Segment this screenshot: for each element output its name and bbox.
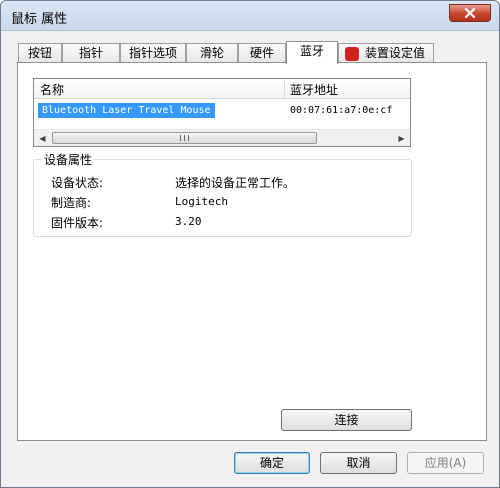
- column-header-address[interactable]: 蓝牙地址: [290, 81, 338, 98]
- tab-bluetooth[interactable]: 蓝牙: [286, 41, 338, 64]
- tab-hardware[interactable]: 硬件: [238, 43, 286, 63]
- group-title: 设备属性: [42, 151, 95, 168]
- close-x-icon: [464, 8, 476, 18]
- scroll-left-arrow[interactable]: ◀: [34, 130, 51, 146]
- tab-pointer-options[interactable]: 指针选项: [120, 43, 186, 63]
- device-list-header: 名称 蓝牙地址: [34, 79, 410, 99]
- device-address-cell: 00:07:61:a7:0e:cf: [290, 105, 393, 116]
- status-value: 选择的设备正常工作。: [175, 176, 296, 190]
- close-button[interactable]: [449, 4, 491, 22]
- connect-button[interactable]: 连接: [281, 409, 412, 431]
- device-list[interactable]: 名称 蓝牙地址 Bluetooth Laser Travel Mouse 00:…: [33, 78, 411, 147]
- device-row[interactable]: Bluetooth Laser Travel Mouse 00:07:61:a7…: [34, 101, 410, 119]
- manufacturer-label: 制造商:: [51, 196, 92, 210]
- grip-icon: [180, 135, 189, 141]
- bluetooth-tab-panel: 名称 蓝牙地址 Bluetooth Laser Travel Mouse 00:…: [17, 62, 487, 441]
- tab-wheel[interactable]: 滑轮: [186, 43, 238, 63]
- tab-pointers[interactable]: 指针: [62, 43, 120, 63]
- horizontal-scrollbar[interactable]: ◀ ▶: [34, 129, 410, 146]
- tab-device-settings[interactable]: 装置设定值: [338, 43, 434, 63]
- manufacturer-value: Logitech: [175, 195, 228, 208]
- tab-buttons[interactable]: 按钮: [18, 43, 62, 63]
- status-label: 设备状态:: [51, 176, 104, 190]
- device-properties-group: 设备属性 设备状态: 选择的设备正常工作。 制造商: Logitech 固件版本…: [33, 151, 412, 237]
- firmware-value: 3.20: [175, 215, 202, 228]
- device-name-cell[interactable]: Bluetooth Laser Travel Mouse: [38, 103, 215, 118]
- firmware-label: 固件版本:: [51, 216, 104, 230]
- apply-button[interactable]: 应用(A): [407, 452, 484, 474]
- scrollbar-thumb[interactable]: [52, 132, 317, 144]
- logitech-logo-icon: [345, 47, 359, 61]
- column-divider[interactable]: [284, 79, 285, 99]
- scroll-right-arrow[interactable]: ▶: [393, 130, 410, 146]
- ok-button[interactable]: 确定: [234, 452, 310, 474]
- window-title: 鼠标 属性: [11, 12, 68, 27]
- cancel-button[interactable]: 取消: [320, 452, 397, 474]
- mouse-properties-window: 鼠标 属性 按钮 指针 指针选项 滑轮 硬件 蓝牙 装置设定值 名称 蓝牙地址 …: [0, 0, 500, 488]
- title-bar[interactable]: 鼠标 属性: [1, 1, 499, 31]
- column-header-name[interactable]: 名称: [40, 81, 64, 98]
